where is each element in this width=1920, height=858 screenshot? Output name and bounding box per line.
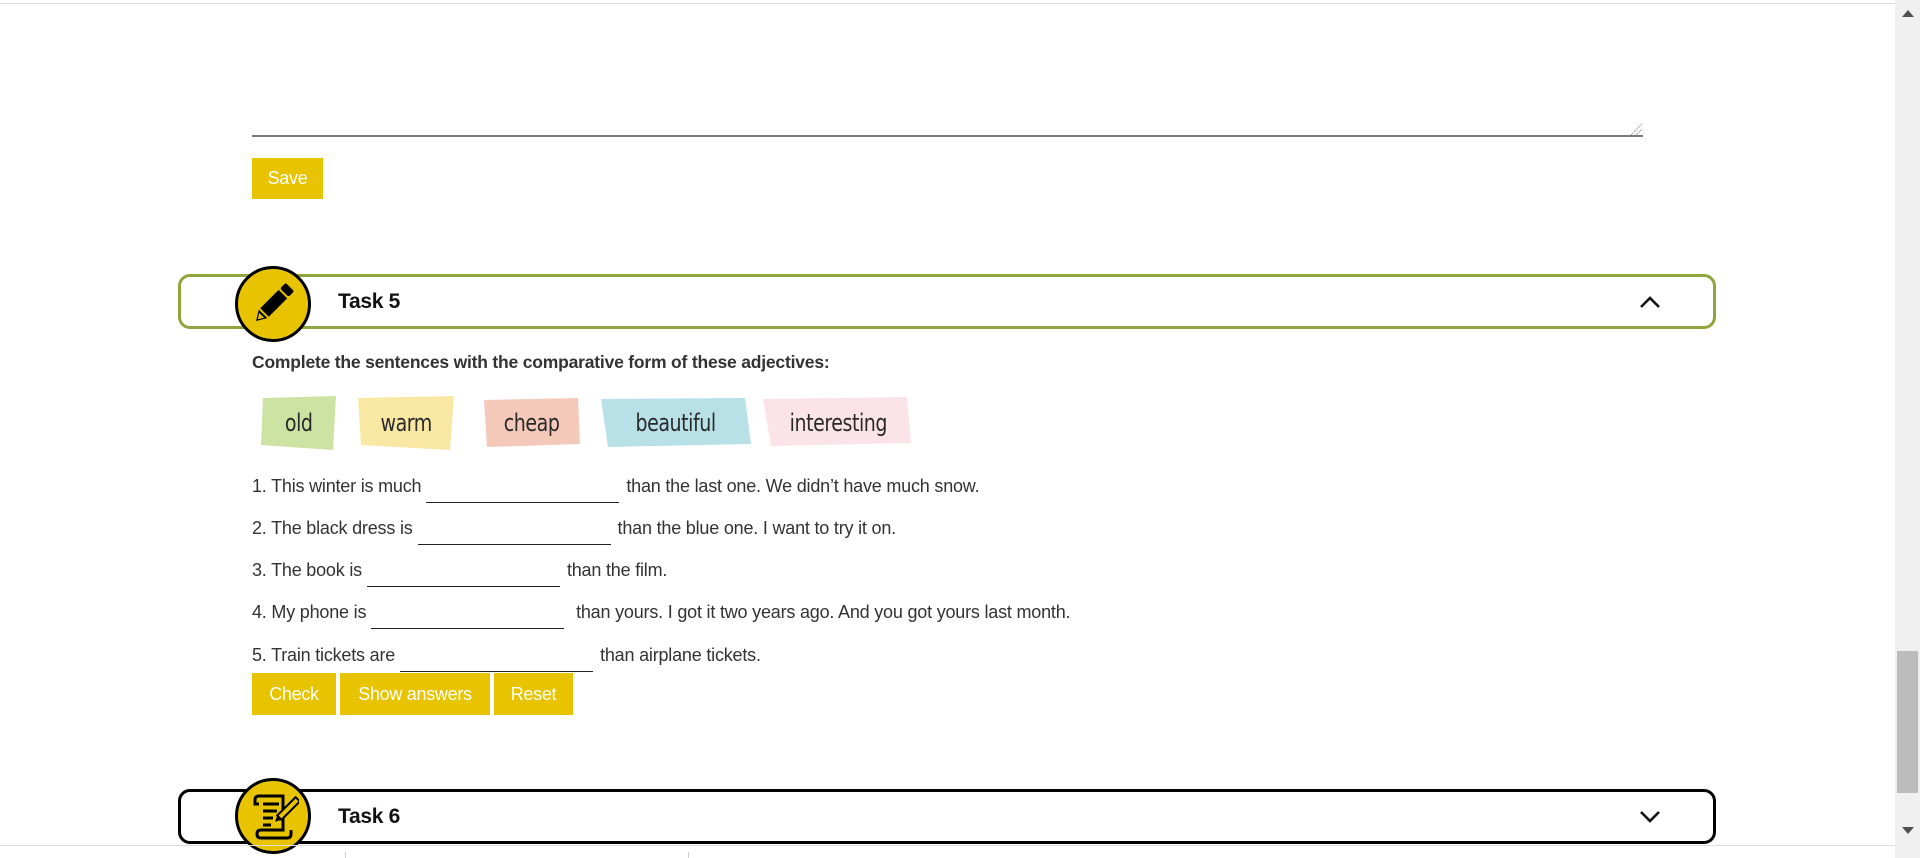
sentence-4: 4. My phone is than yours. I got it two … <box>252 598 1071 629</box>
divider-tick <box>345 852 346 858</box>
pencil-icon <box>256 283 294 321</box>
answer-input-4[interactable] <box>371 604 565 629</box>
scrollbar-thumb[interactable] <box>1897 651 1918 793</box>
save-button[interactable]: Save <box>252 158 323 199</box>
bottom-divider <box>0 845 1897 846</box>
chevron-down-icon[interactable] <box>1639 810 1661 824</box>
answer-input-1[interactable] <box>426 478 620 503</box>
scroll-up-arrow-icon[interactable] <box>1895 4 1920 22</box>
task-6-title: Task 6 <box>338 804 401 828</box>
sentence-text-after: than the blue one. I want to try it on. <box>617 518 897 538</box>
answer-input-2[interactable] <box>417 520 611 545</box>
scroll-with-pen-icon <box>253 794 299 840</box>
task-5-badge <box>235 266 311 342</box>
task-5-header[interactable]: Task 5 <box>178 274 1716 329</box>
show-answers-button[interactable]: Show answers <box>340 673 490 715</box>
task-5-title: Task 5 <box>338 289 401 313</box>
word-card: warm <box>358 396 454 450</box>
task-6-badge <box>235 778 311 854</box>
sentence-5: 5. Train tickets are than airplane ticke… <box>252 641 761 672</box>
word-card: interesting <box>763 396 913 450</box>
sentence-text-after: than the film. <box>566 560 668 580</box>
sentence-3: 3. The book is than the film. <box>252 556 668 587</box>
word-card: old <box>261 396 337 450</box>
task-6-header[interactable]: Task 6 <box>178 789 1716 844</box>
answer-textarea[interactable] <box>252 0 1643 137</box>
sentence-text-before: 3. The book is <box>252 560 362 580</box>
word-card: cheap <box>484 396 580 450</box>
sentence-text-before: 2. The black dress is <box>252 518 413 538</box>
resize-grip-icon[interactable] <box>1629 122 1643 136</box>
answer-input-5[interactable] <box>400 647 594 672</box>
sentence-text-after: than airplane tickets. <box>600 645 761 665</box>
divider-tick <box>688 852 689 858</box>
sentence-text-before: 5. Train tickets are <box>252 645 396 665</box>
check-button[interactable]: Check <box>252 673 336 715</box>
sentence-text-after: than yours. I got it two years ago. And … <box>571 602 1071 622</box>
scroll-down-arrow-icon[interactable] <box>1895 822 1920 840</box>
answer-input-3[interactable] <box>366 562 560 587</box>
chevron-up-icon[interactable] <box>1639 295 1661 309</box>
sentence-text-after: than the last one. We didn’t have much s… <box>626 476 980 496</box>
sentence-2: 2. The black dress is than the blue one.… <box>252 514 897 545</box>
reset-button[interactable]: Reset <box>494 673 573 715</box>
sentence-text-before: 1. This winter is much <box>252 476 422 496</box>
word-card: beautiful <box>601 396 751 450</box>
task-instruction: Complete the sentences with the comparat… <box>252 352 830 372</box>
sentence-1: 1. This winter is much than the last one… <box>252 472 980 503</box>
sentence-text-before: 4. My phone is <box>252 602 367 622</box>
page-scrollbar[interactable] <box>1895 0 1920 858</box>
